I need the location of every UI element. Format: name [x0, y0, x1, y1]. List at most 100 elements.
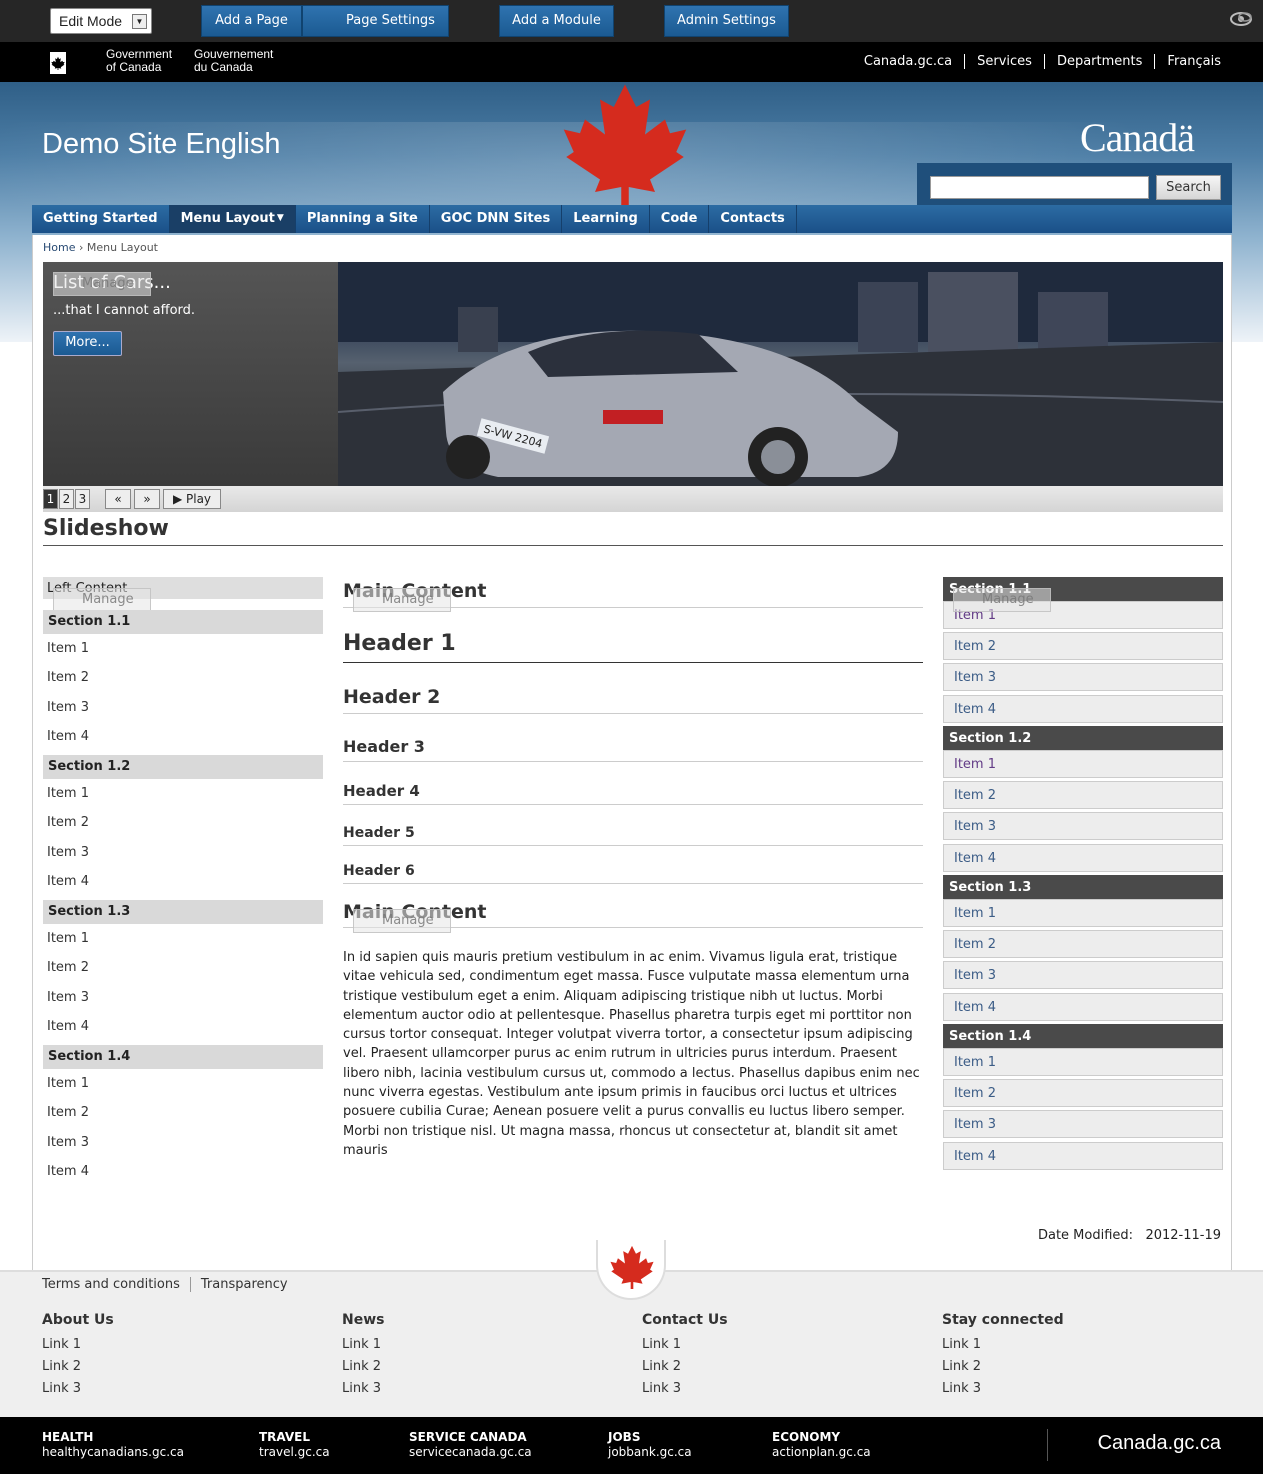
right-item[interactable]: Item 2	[943, 1079, 1223, 1107]
right-item[interactable]: Item 3	[943, 961, 1223, 989]
next-slide-button[interactable]: »	[134, 489, 160, 509]
breadcrumb-home[interactable]: Home	[43, 241, 75, 254]
slideshow-controls: 1 2 3 « » ▶ Play	[43, 486, 1223, 512]
left-item[interactable]: Item 3	[47, 845, 89, 860]
left-item[interactable]: Item 1	[47, 786, 89, 801]
footer-link[interactable]: Link 2	[642, 1359, 922, 1375]
footer-link[interactable]: Link 3	[42, 1381, 322, 1397]
admin-settings-button[interactable]: Admin Settings	[664, 5, 789, 37]
left-item[interactable]: Item 2	[47, 960, 89, 975]
footer-link[interactable]: Link 1	[342, 1337, 622, 1353]
page-settings-button[interactable]: Page Settings	[302, 5, 449, 37]
right-section-title: Section 1.4	[943, 1024, 1223, 1048]
right-section-title: Section 1.2	[943, 726, 1223, 750]
search-input[interactable]	[930, 176, 1149, 199]
footer-divider	[1047, 1429, 1048, 1461]
play-button[interactable]: ▶ Play	[163, 489, 221, 509]
right-item[interactable]: Item 3	[943, 1110, 1223, 1138]
header-3: Header 3	[343, 737, 923, 762]
slide-subtitle: ...that I cannot afford.	[53, 303, 196, 318]
footer-economy[interactable]: ECONOMY actionplan.gc.ca	[772, 1430, 871, 1460]
footer-link-transparency[interactable]: Transparency	[189, 1277, 298, 1292]
manage-button[interactable]: Manage	[353, 909, 451, 933]
left-item[interactable]: Item 3	[47, 700, 89, 715]
right-item[interactable]: Item 4	[943, 1142, 1223, 1170]
edit-mode-select[interactable]: Edit Mode ▼	[50, 8, 152, 34]
nav-contacts[interactable]: Contacts	[709, 205, 797, 233]
left-item[interactable]: Item 1	[47, 1076, 89, 1091]
footer-travel[interactable]: TRAVEL travel.gc.ca	[259, 1430, 330, 1460]
nav-code[interactable]: Code	[650, 205, 710, 233]
right-item[interactable]: Item 2	[943, 930, 1223, 958]
footer-link[interactable]: Link 3	[342, 1381, 622, 1397]
footer-link[interactable]: Link 1	[642, 1337, 922, 1353]
left-item[interactable]: Item 2	[47, 1105, 89, 1120]
footer-link[interactable]: Link 3	[942, 1381, 1222, 1397]
nav-learning[interactable]: Learning	[562, 205, 650, 233]
footer-link[interactable]: Link 1	[942, 1337, 1222, 1353]
nav-getting-started[interactable]: Getting Started	[32, 205, 170, 233]
left-item[interactable]: Item 4	[47, 1164, 89, 1179]
left-item[interactable]: Item 1	[47, 641, 89, 656]
left-item[interactable]: Item 1	[47, 931, 89, 946]
slide-page-3[interactable]: 3	[75, 489, 90, 509]
left-item[interactable]: Item 3	[47, 1135, 89, 1150]
search-button[interactable]: Search	[1156, 175, 1221, 200]
fip-link-canada[interactable]: Canada.gc.ca	[852, 54, 964, 69]
government-footer: HEALTH healthycanadians.gc.ca TRAVEL trave…	[0, 1417, 1263, 1474]
right-item[interactable]: Item 3	[943, 812, 1223, 840]
left-item[interactable]: Item 3	[47, 990, 89, 1005]
left-item[interactable]: Item 4	[47, 874, 89, 889]
car-photo: S-VW 2204	[337, 262, 1223, 486]
footer-link[interactable]: Link 2	[42, 1359, 322, 1375]
left-item[interactable]: Item 4	[47, 729, 89, 744]
eye-icon[interactable]	[1229, 10, 1253, 28]
manage-button[interactable]: Manage	[53, 588, 151, 612]
footer-link[interactable]: Link 2	[942, 1359, 1222, 1375]
nav-planning-a-site[interactable]: Planning a Site	[296, 205, 430, 233]
left-section-title: Section 1.2	[43, 755, 323, 779]
right-section-title: Section 1.3	[943, 875, 1223, 899]
right-item[interactable]: Item 1	[943, 899, 1223, 927]
manage-button[interactable]: Manage	[53, 272, 151, 296]
footer-link[interactable]: Link 1	[42, 1337, 322, 1353]
main-navigation: Getting Started Menu Layout ▼ Planning a …	[32, 205, 1232, 233]
slide-page-1[interactable]: 1	[43, 489, 58, 509]
nav-menu-layout[interactable]: Menu Layout ▼	[169, 205, 296, 233]
slide-page-2[interactable]: 2	[59, 489, 74, 509]
breadcrumb-current: Menu Layout	[86, 241, 158, 254]
fip-link-services[interactable]: Services	[964, 54, 1044, 69]
manage-button[interactable]: Manage	[353, 588, 451, 612]
right-item[interactable]: Item 2	[943, 781, 1223, 809]
more-button[interactable]: More...	[53, 331, 122, 356]
add-page-button[interactable]: Add a Page	[201, 5, 302, 37]
left-item[interactable]: Item 2	[47, 670, 89, 685]
right-item[interactable]: Item 4	[943, 993, 1223, 1021]
prev-slide-button[interactable]: «	[105, 489, 131, 509]
footer-link[interactable]: Link 2	[342, 1359, 622, 1375]
fip-link-departments[interactable]: Departments	[1043, 54, 1154, 69]
right-item[interactable]: Item 4	[943, 844, 1223, 872]
left-item[interactable]: Item 2	[47, 815, 89, 830]
manage-button[interactable]: Manage	[953, 588, 1051, 612]
nav-goc-dnn-sites[interactable]: GOC DNN Sites	[430, 205, 563, 233]
right-item[interactable]: Item 1	[943, 750, 1223, 778]
fip-link-francais[interactable]: Français	[1154, 54, 1221, 69]
right-item[interactable]: Item 2	[943, 632, 1223, 660]
footer-jobs[interactable]: JOBS jobbank.gc.ca	[608, 1430, 692, 1460]
footer-link[interactable]: Link 3	[642, 1381, 922, 1397]
left-item[interactable]: Item 4	[47, 1019, 89, 1034]
add-module-button[interactable]: Add a Module	[499, 5, 614, 37]
header-2: Header 2	[343, 686, 923, 714]
date-modified: Date Modified: 2012-11-19	[1037, 1228, 1221, 1243]
right-item[interactable]: Item 1	[943, 1048, 1223, 1076]
footer-link-terms[interactable]: Terms and conditions	[42, 1277, 190, 1292]
right-item[interactable]: Item 4	[943, 695, 1223, 723]
left-section-title: Section 1.1	[43, 610, 323, 634]
footer-health[interactable]: HEALTH healthycanadians.gc.ca	[42, 1430, 184, 1460]
footer-canada-link[interactable]: Canada.gc.ca	[1098, 1432, 1221, 1455]
right-item[interactable]: Item 3	[943, 663, 1223, 691]
footer-service-canada[interactable]: SERVICE CANADA servicecanada.gc.ca	[409, 1430, 532, 1460]
site-title[interactable]: Demo Site English	[42, 128, 281, 161]
government-of-canada-en: Government of Canada	[106, 47, 173, 74]
